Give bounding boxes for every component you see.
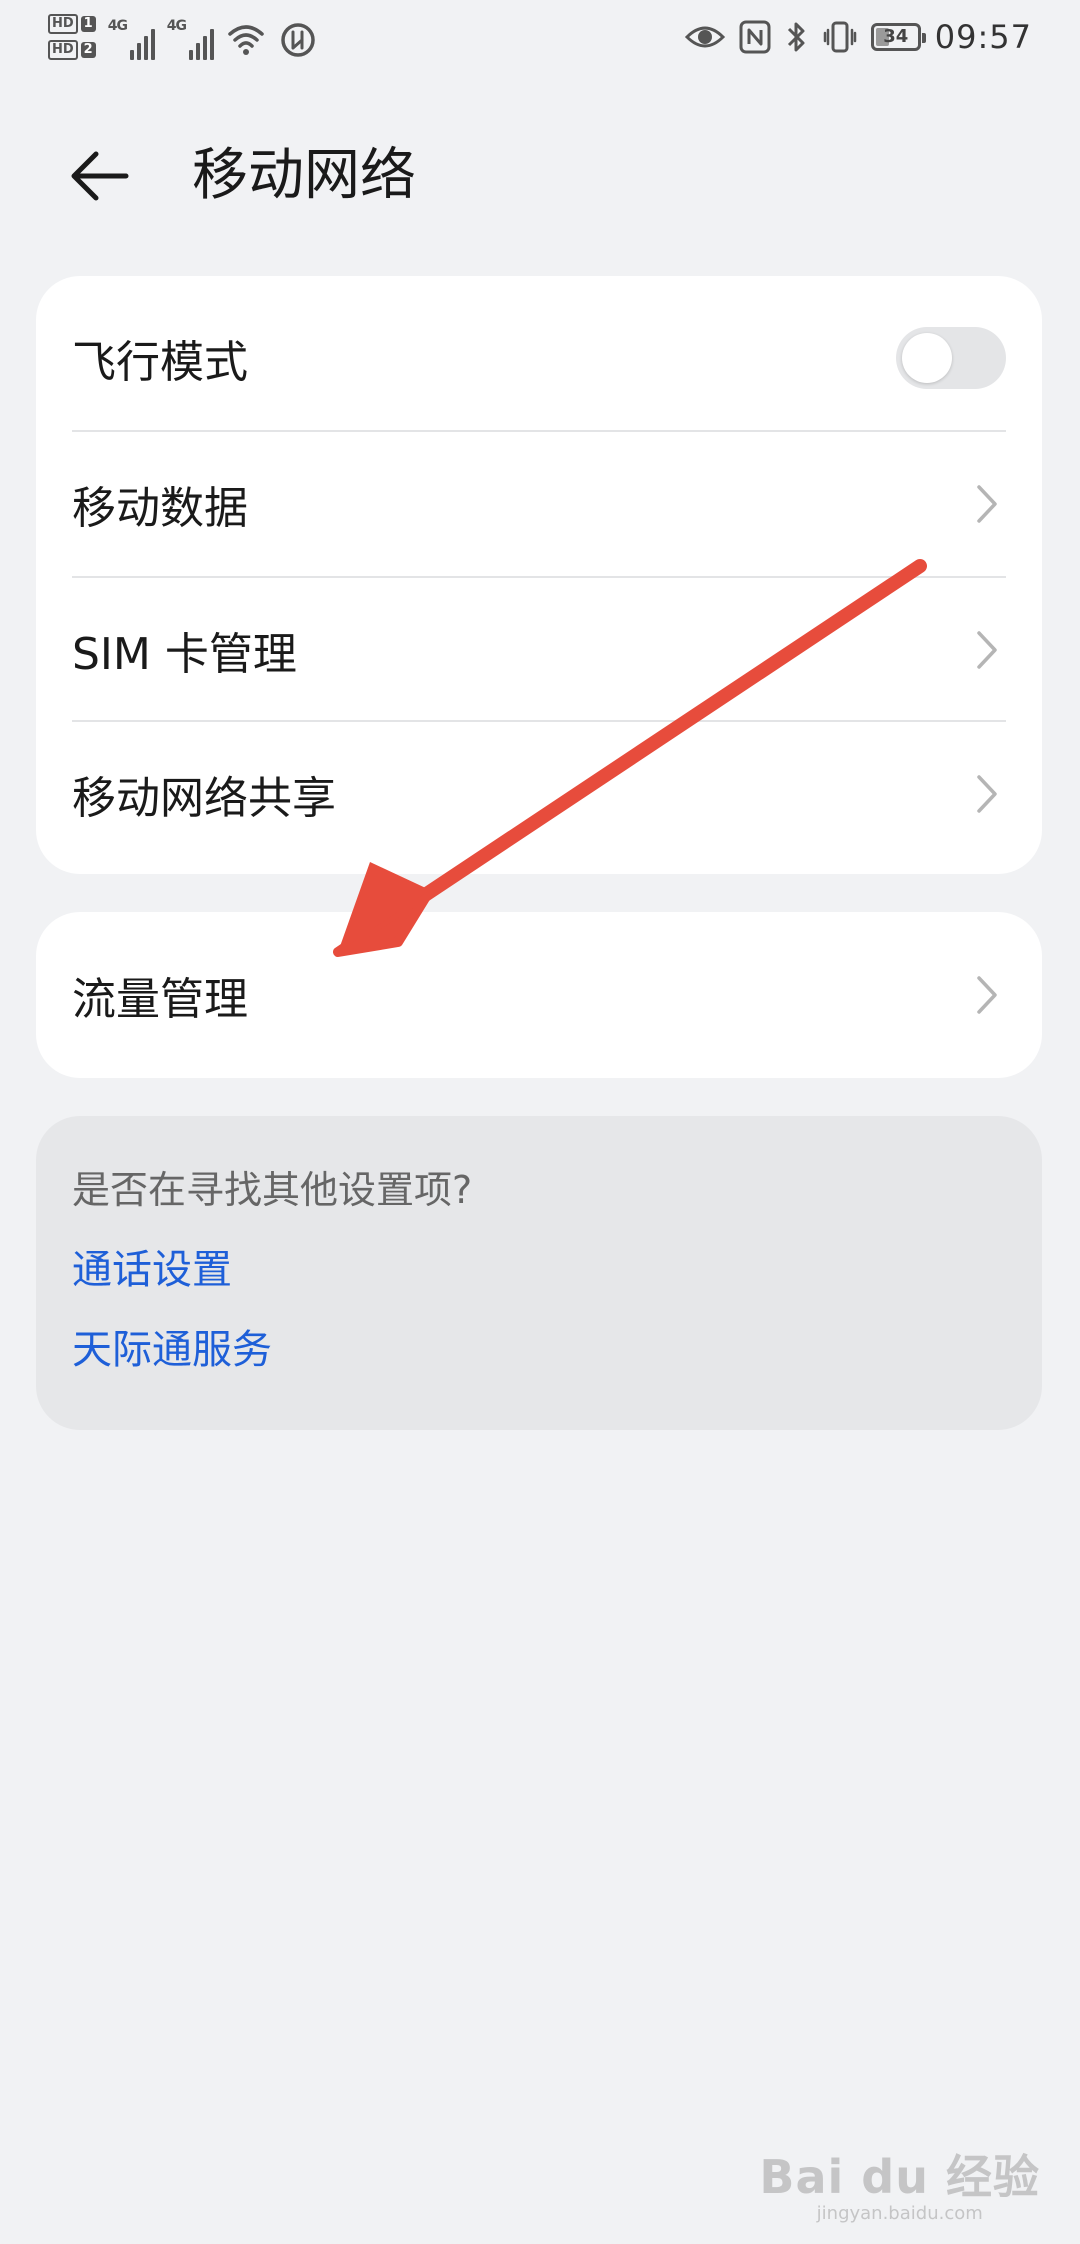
row-sim-management[interactable]: SIM 卡管理 [72, 578, 1006, 722]
sim2-number: 2 [80, 42, 96, 58]
nfc-icon [739, 20, 771, 54]
status-bar-right: 34 09:57 [684, 18, 1032, 56]
network-type-1: 4G [107, 18, 128, 34]
row-label-sim-management: SIM 卡管理 [72, 629, 297, 680]
chevron-right-icon [972, 971, 1002, 1019]
settings-card-traffic: 流量管理 [36, 912, 1042, 1078]
hd-badge-1: HD [48, 14, 78, 34]
chevron-right-icon [972, 770, 1002, 818]
status-bar-left: HD 1 HD 2 4G 4G [48, 14, 318, 60]
clock: 09:57 [934, 18, 1032, 56]
sim1-number: 1 [80, 16, 96, 32]
sim-badges: HD 1 HD 2 [48, 14, 96, 60]
row-airplane-mode[interactable]: 飞行模式 [72, 286, 1006, 430]
status-bar: HD 1 HD 2 4G 4G 34 09:57 [0, 0, 1080, 90]
settings-card-main: 飞行模式 移动数据 SIM 卡管理 移动网络共享 [36, 276, 1042, 874]
row-label-data-usage: 流量管理 [72, 974, 248, 1025]
signal-bars-1-icon [129, 20, 155, 60]
airplane-mode-toggle[interactable] [896, 327, 1006, 389]
header: 移动网络 [0, 110, 1080, 230]
network-type-2: 4G [166, 18, 187, 34]
data-saver-icon [280, 23, 315, 57]
row-label-mobile-data: 移动数据 [72, 483, 248, 534]
row-label-airplane-mode: 飞行模式 [72, 337, 248, 388]
watermark: Bai du 经验 jingyan.baidu.com [759, 2141, 1040, 2224]
wifi-icon [227, 25, 264, 55]
watermark-main: Bai du 经验 [759, 2150, 1040, 2204]
sim1-indicator: HD 1 [48, 14, 96, 34]
row-hotspot-sharing[interactable]: 移动网络共享 [72, 722, 1006, 866]
chevron-right-icon [972, 480, 1002, 528]
toggle-knob [902, 333, 952, 383]
page-title: 移动网络 [192, 143, 416, 208]
signal-bars-2-icon [188, 20, 214, 60]
link-skytone-service[interactable]: 天际通服务 [72, 1324, 1006, 1376]
row-label-hotspot-sharing: 移动网络共享 [72, 773, 336, 824]
chevron-right-icon [972, 626, 1002, 674]
link-call-settings[interactable]: 通话设置 [72, 1244, 1006, 1296]
bluetooth-icon [787, 22, 805, 52]
back-button[interactable] [60, 136, 140, 216]
eye-icon [684, 26, 725, 48]
suggestions-title: 是否在寻找其他设置项? [72, 1168, 473, 1212]
vibrate-icon [823, 21, 857, 53]
hd-badge-2: HD [48, 40, 78, 60]
suggestions-card: 是否在寻找其他设置项? 通话设置 天际通服务 [36, 1116, 1042, 1430]
sim2-indicator: HD 2 [48, 40, 96, 60]
battery-percent: 34 [883, 26, 909, 47]
signal-strength-2: 4G [167, 14, 214, 60]
row-data-usage[interactable]: 流量管理 [72, 923, 1006, 1067]
row-mobile-data[interactable]: 移动数据 [72, 432, 1006, 576]
battery-icon: 34 [870, 23, 926, 51]
arrow-left-icon [71, 151, 129, 201]
signal-strength-1: 4G [108, 14, 155, 60]
